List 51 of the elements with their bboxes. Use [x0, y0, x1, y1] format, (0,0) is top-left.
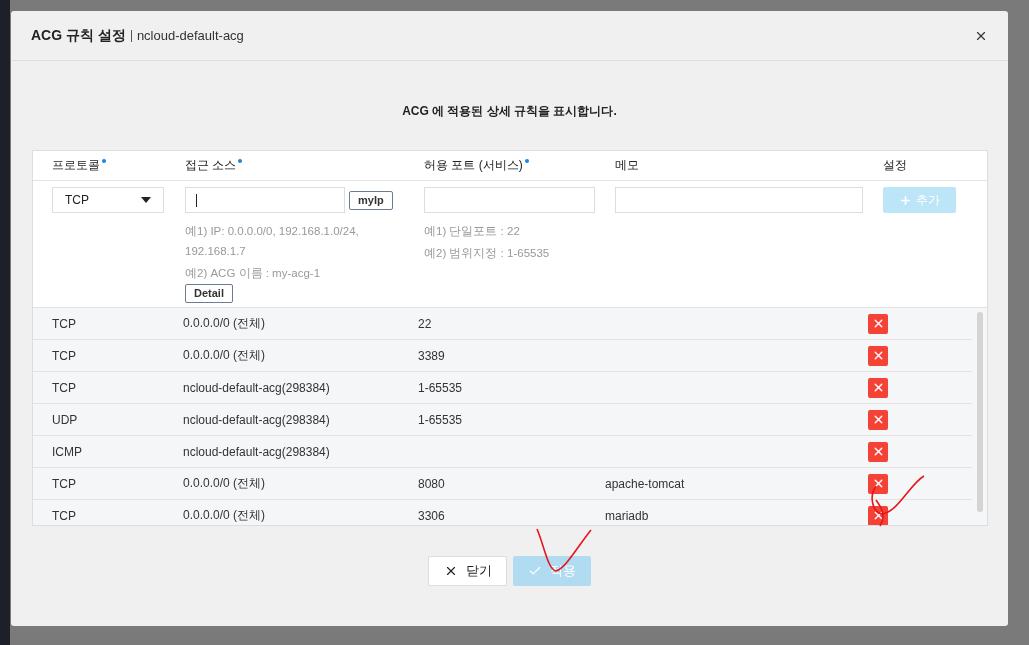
table-cell-text: mariadb	[605, 508, 650, 523]
scrollbar[interactable]	[977, 312, 983, 512]
check-icon	[528, 564, 542, 578]
myip-button[interactable]: myIp	[349, 190, 393, 210]
source-input-field[interactable]	[185, 187, 345, 213]
delete-button[interactable]	[868, 345, 888, 366]
hint-text: 예1) IP: 0.0.0.0/0, 192.168.1.0/24, 192.168.1.7	[185, 224, 360, 259]
table-cell-text: TCP	[52, 380, 77, 395]
column-header: 설정	[883, 157, 908, 174]
hint-text: 예2) ACG 이름 : my-acg-1	[185, 266, 322, 281]
dialog-subtitle: ncloud-default-acg	[136, 27, 244, 43]
table-cell-text: 3306	[418, 508, 446, 523]
column-header: 프로토콜	[52, 157, 185, 174]
table-cell-text: 8080	[418, 476, 446, 491]
table-cell-text: TCP	[52, 316, 77, 331]
hint-text: 예2) 범위지정 : 1-65535	[424, 246, 551, 261]
table-cell-text: TCP	[52, 348, 77, 363]
table-cell-text: ncloud-default-acg(298384)	[183, 380, 331, 395]
table-cell-text: TCP	[52, 508, 77, 523]
port-input-field[interactable]	[424, 187, 595, 213]
description-text: ACG 에 적용된 상세 규칙을 표시합니다.	[401, 103, 618, 120]
column-header: 메모	[615, 157, 640, 174]
table-cell-text: 0.0.0.0/0 (전체)	[183, 347, 267, 364]
table-cell-text: 0.0.0.0/0 (전체)	[183, 507, 267, 524]
delete-button[interactable]	[868, 473, 888, 494]
delete-button[interactable]	[868, 313, 888, 334]
table-cell-text: TCP	[52, 476, 77, 491]
delete-button[interactable]	[868, 377, 888, 398]
column-header: 접근 소스	[185, 157, 424, 174]
table-cell-text: 1-65535	[418, 412, 464, 427]
delete-button[interactable]	[868, 441, 888, 462]
table-cell-text: apache-tomcat	[605, 476, 686, 491]
table-cell-text: ncloud-default-acg(298384)	[183, 444, 331, 459]
detail-button[interactable]: Detail	[185, 283, 233, 303]
table-cell-text: 22	[418, 316, 433, 331]
dialog-title: ACG 규칙 설정	[31, 26, 126, 45]
table-cell-text: UDP	[52, 412, 79, 427]
hint-text: 예1) 단일포트 : 22	[424, 224, 521, 239]
column-header: 허용 포트 (서비스)	[424, 157, 615, 174]
table-cell-text: 3389	[418, 348, 446, 363]
caret-icon	[141, 197, 151, 203]
table-cell-text: 0.0.0.0/0 (전체)	[183, 315, 267, 332]
table-cell-text: 0.0.0.0/0 (전체)	[183, 475, 267, 492]
delete-button[interactable]	[868, 409, 888, 430]
close-dialog-button[interactable]: 닫기	[428, 556, 507, 586]
table-cell-text: 1-65535	[418, 380, 464, 395]
memo-input-field[interactable]	[615, 187, 863, 213]
plus-icon	[899, 193, 912, 207]
table-cell-text: ncloud-default-acg(298384)	[183, 412, 331, 427]
table-cell-text: ICMP	[52, 444, 83, 459]
protocol-dropdown[interactable]: TCP	[52, 187, 164, 213]
